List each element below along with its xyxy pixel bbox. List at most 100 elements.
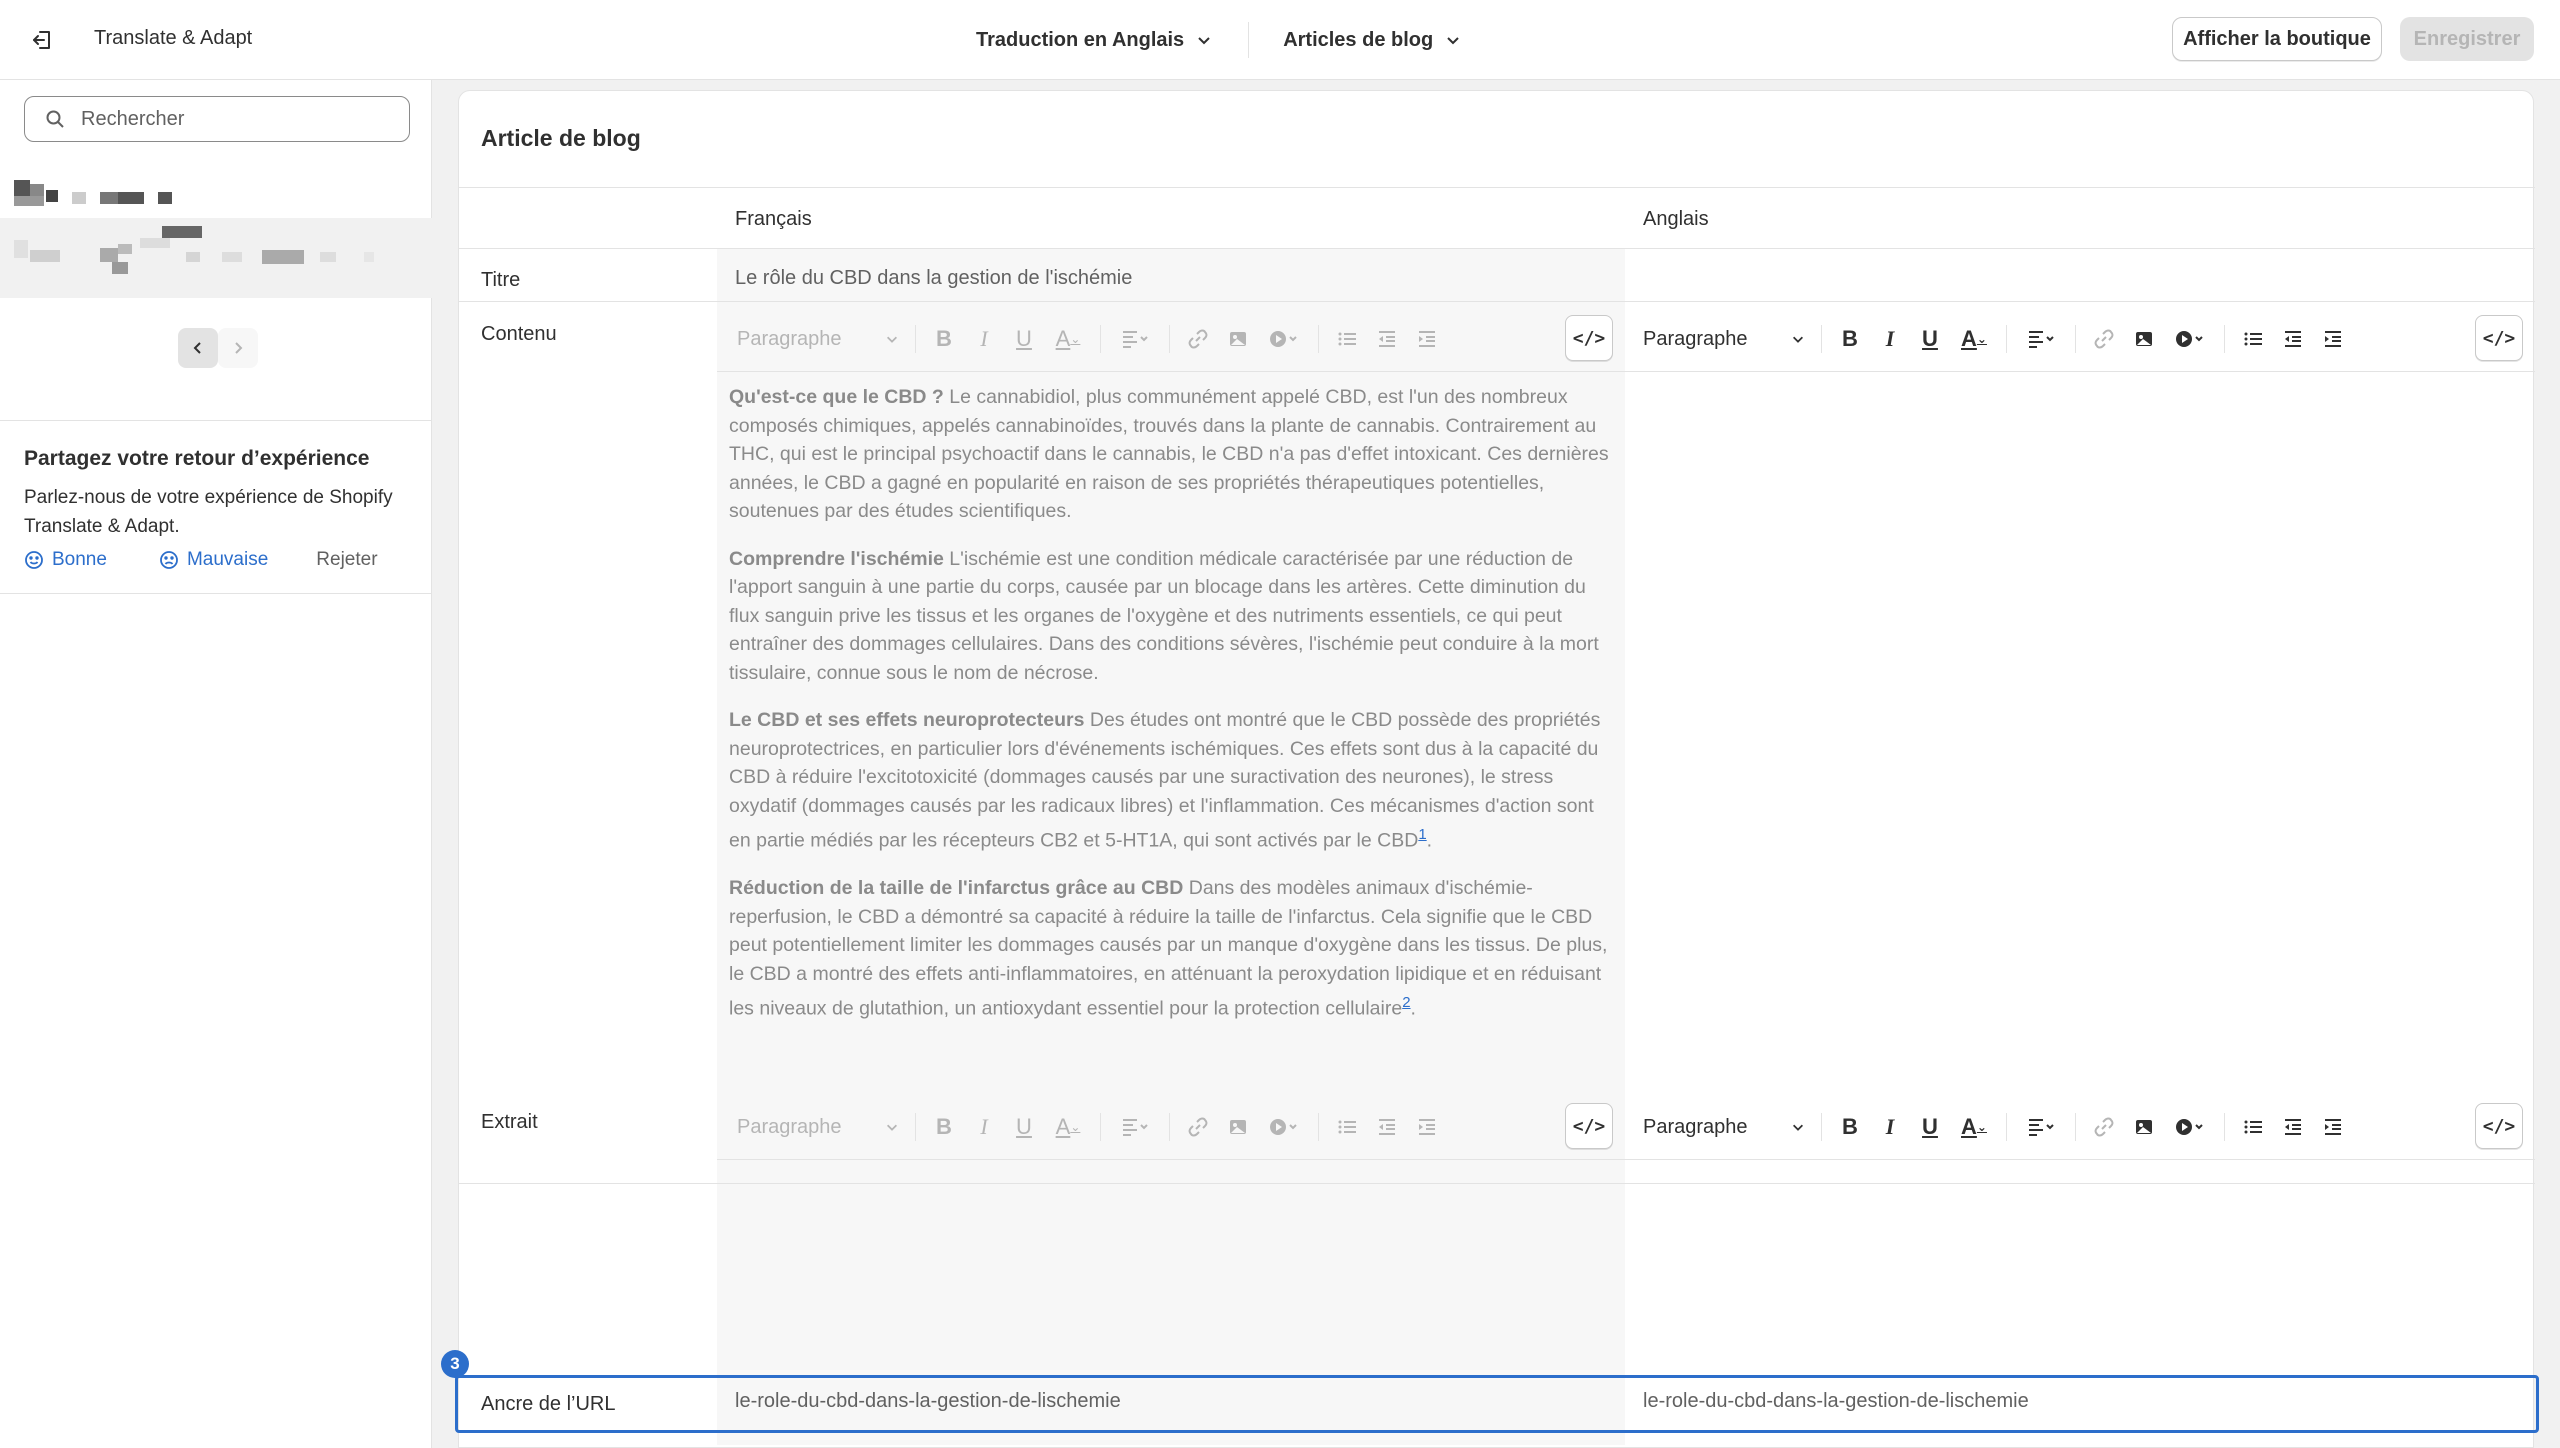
bold-icon[interactable]: B [1830, 319, 1870, 359]
search-icon [46, 110, 64, 128]
smile-icon [25, 551, 43, 569]
resource-selector-label: Articles de blog [1283, 28, 1434, 51]
divider [1100, 1113, 1101, 1141]
previous-page-button[interactable] [178, 328, 218, 368]
outdent-icon[interactable] [2273, 1107, 2313, 1147]
target-excerpt-html-toggle[interactable]: </> [2475, 1103, 2523, 1149]
top-bar: Translate & Adapt Traduction en Anglais … [0, 0, 2560, 80]
source-language-header: Français [735, 208, 812, 230]
indent-icon [1407, 1107, 1447, 1147]
divider [2006, 325, 2007, 353]
video-icon [1258, 1107, 1310, 1147]
video-icon[interactable] [2164, 319, 2216, 359]
divider [1100, 325, 1101, 353]
italic-icon[interactable]: I [1870, 1107, 1910, 1147]
feedback-good-label: Bonne [52, 549, 107, 570]
feedback-dismiss-button[interactable]: Rejeter [316, 549, 377, 571]
feedback-bad-button[interactable]: Mauvaise [159, 549, 268, 571]
source-html-toggle[interactable]: </> [1565, 315, 1613, 361]
content-paragraph: Réduction de la taille de l'infarctus gr… [729, 877, 1608, 1020]
text-color-icon[interactable]: A ⌄ [1950, 319, 1998, 359]
focus-badge: 3 [441, 1350, 469, 1378]
list-item[interactable] [0, 218, 432, 298]
next-page-button[interactable] [218, 328, 258, 368]
content-paragraph: Le CBD et ses effets neuroprotecteurs De… [729, 709, 1601, 852]
source-excerpt-html-toggle[interactable]: </> [1565, 1103, 1613, 1149]
feedback-text: Parlez-nous de votre expérience de Shopi… [24, 487, 393, 537]
language-selector[interactable]: Traduction en Anglais [976, 29, 1212, 52]
column-headers: Français Anglais [459, 187, 2535, 249]
divider [1169, 1113, 1170, 1141]
indent-icon[interactable] [2313, 319, 2353, 359]
frown-icon [160, 551, 178, 569]
title-target-input[interactable] [1625, 249, 2533, 301]
underline-icon[interactable]: U [1910, 1107, 1950, 1147]
chevron-down-icon [1793, 336, 1803, 343]
target-html-toggle[interactable]: </> [2475, 315, 2523, 361]
italic-icon: I [980, 326, 988, 351]
footnote-link[interactable]: 1 [1418, 826, 1426, 843]
indent-icon[interactable] [2313, 1107, 2353, 1147]
align-icon [1109, 319, 1161, 359]
bold-icon: B [936, 1114, 952, 1139]
view-store-button[interactable]: Afficher la boutique [2172, 17, 2382, 61]
save-button[interactable]: Enregistrer [2400, 17, 2534, 61]
list-item[interactable] [0, 160, 432, 218]
exit-icon [33, 31, 50, 49]
bold-icon[interactable]: B [1830, 1107, 1870, 1147]
divider [2006, 1113, 2007, 1141]
divider [1318, 325, 1319, 353]
link-icon [1178, 319, 1218, 359]
outdent-icon [1367, 1107, 1407, 1147]
feedback-good-button[interactable]: Bonne [24, 549, 107, 571]
text-color-icon: A ⌄ [1055, 1114, 1081, 1139]
top-selectors: Traduction en Anglais Articles de blog [976, 0, 1461, 80]
card-title: Article de blog [481, 125, 641, 151]
divider [2224, 1113, 2225, 1141]
text-color-icon[interactable]: A ⌄ [1950, 1107, 1998, 1147]
search-input[interactable]: Rechercher [24, 96, 410, 142]
toolbar-divider [717, 1159, 2535, 1160]
resource-selector[interactable]: Articles de blog [1283, 29, 1461, 52]
divider [2075, 1113, 2076, 1141]
italic-icon[interactable]: I [1870, 319, 1910, 359]
bullet-list-icon[interactable] [2233, 1107, 2273, 1147]
video-icon[interactable] [2164, 1107, 2216, 1147]
bullet-list-icon [1327, 319, 1367, 359]
align-icon[interactable] [2015, 1107, 2067, 1147]
excerpt-target-editor[interactable] [1625, 1161, 2533, 1375]
align-icon[interactable] [2015, 319, 2067, 359]
link-icon [1178, 1107, 1218, 1147]
divider [1318, 1113, 1319, 1141]
content-target-editor[interactable] [1625, 373, 2533, 1183]
footnote-link[interactable]: 2 [1402, 994, 1410, 1011]
outdent-icon[interactable] [2273, 319, 2313, 359]
paragraph-label: Paragraphe [737, 327, 842, 350]
feedback-bad-label: Mauvaise [186, 549, 269, 570]
search-placeholder: Rechercher [81, 107, 185, 130]
paragraph-select[interactable]: Paragraphe [1643, 1116, 1813, 1139]
paragraph-label: Paragraphe [1643, 327, 1748, 350]
divider [2075, 325, 2076, 353]
app-title: Translate & Adapt [94, 27, 253, 49]
chevron-down-icon [887, 336, 897, 343]
target-language-header: Anglais [1643, 208, 1709, 230]
url-target-input[interactable]: le-role-du-cbd-dans-la-gestion-de-lische… [1643, 1390, 2029, 1413]
image-icon[interactable] [2124, 319, 2164, 359]
url-source-text: le-role-du-cbd-dans-la-gestion-de-lische… [735, 1390, 1121, 1412]
bullet-list-icon[interactable] [2233, 319, 2273, 359]
content-paragraph: Comprendre l'ischémie L'ischémie est une… [729, 547, 1599, 684]
link-icon[interactable] [2084, 1107, 2124, 1147]
underline-icon: U [1016, 1114, 1032, 1139]
underline-icon[interactable]: U [1910, 319, 1950, 359]
paragraph-select: Paragraphe [737, 1116, 907, 1139]
video-icon [1258, 319, 1310, 359]
italic-icon: I [980, 1114, 988, 1139]
chevron-down-icon [1447, 37, 1459, 45]
link-icon[interactable] [2084, 319, 2124, 359]
image-icon[interactable] [2124, 1107, 2164, 1147]
exit-button[interactable] [26, 24, 58, 56]
feedback-actions: Bonne Mauvaise Rejeter [24, 549, 378, 571]
paragraph-select[interactable]: Paragraphe [1643, 328, 1813, 351]
sidebar: Rechercher Partagez votre retour d’expér… [0, 80, 432, 1448]
